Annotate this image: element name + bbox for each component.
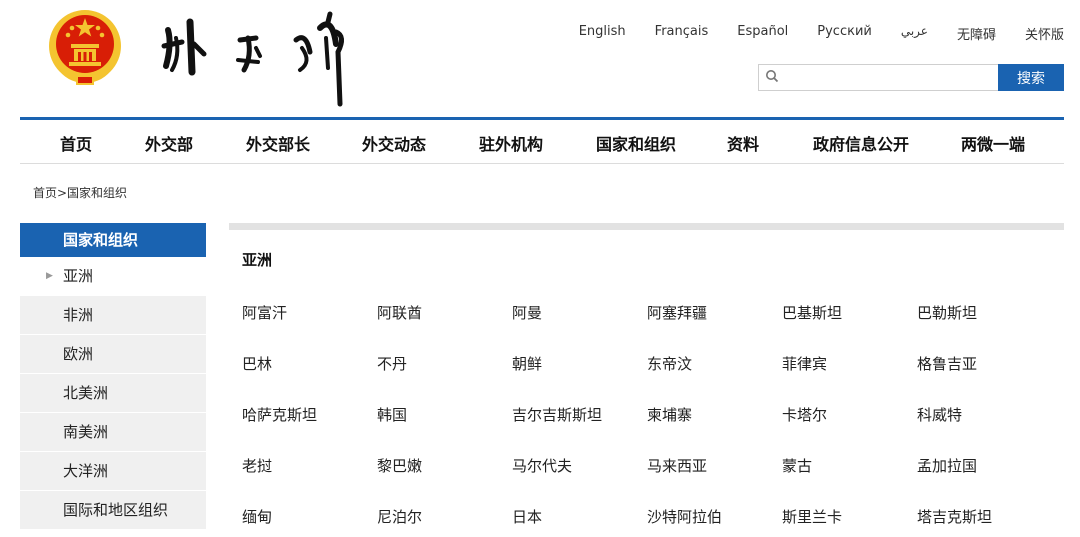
nav-item-gov-info[interactable]: 政府信息公开	[813, 131, 909, 155]
country-link[interactable]: 斯里兰卡	[782, 501, 917, 537]
nav-item-minister[interactable]: 外交部长	[246, 131, 310, 155]
country-link[interactable]: 尼泊尔	[377, 501, 512, 537]
nav-item-missions-abroad[interactable]: 驻外机构	[479, 131, 543, 155]
sidebar-item-label: 非洲	[63, 306, 94, 324]
search-field-wrapper	[758, 64, 998, 91]
country-link[interactable]: 东帝汶	[647, 348, 782, 399]
search-input[interactable]	[779, 65, 998, 90]
nav-item-social[interactable]: 两微一端	[961, 131, 1025, 155]
country-link[interactable]: 格鲁吉亚	[917, 348, 1052, 399]
country-link[interactable]: 马来西亚	[647, 450, 782, 501]
sidebar-item-europe[interactable]: 欧洲	[20, 335, 206, 374]
sidebar-item-label: 国际和地区组织	[63, 501, 169, 519]
sidebar-item-north-america[interactable]: 北美洲	[20, 374, 206, 413]
country-link[interactable]: 塔吉克斯坦	[917, 501, 1052, 537]
country-link[interactable]: 菲律宾	[782, 348, 917, 399]
lang-arabic-link[interactable]: عربي	[901, 24, 928, 43]
sidebar-item-asia[interactable]: ▶ 亚洲	[20, 257, 206, 296]
nav-item-diplomatic-news[interactable]: 外交动态	[362, 131, 426, 155]
country-link[interactable]: 阿曼	[512, 297, 647, 348]
country-link[interactable]: 韩国	[377, 399, 512, 450]
sidebar-item-intl-orgs[interactable]: 国际和地区组织	[20, 491, 206, 530]
country-link[interactable]: 吉尔吉斯斯坦	[512, 399, 647, 450]
country-link[interactable]: 阿富汗	[242, 297, 377, 348]
language-bar: English Français Español Русский عربي 无障…	[579, 24, 1064, 43]
sidebar-item-africa[interactable]: 非洲	[20, 296, 206, 335]
lang-english-link[interactable]: English	[579, 24, 626, 43]
country-link[interactable]: 蒙古	[782, 450, 917, 501]
country-link[interactable]: 科威特	[917, 399, 1052, 450]
country-link[interactable]: 不丹	[377, 348, 512, 399]
sidebar-item-oceania[interactable]: 大洋洲	[20, 452, 206, 491]
country-link[interactable]: 缅甸	[242, 501, 377, 537]
breadcrumb[interactable]: 首页>国家和组织	[33, 184, 127, 201]
nav-item-countries-orgs[interactable]: 国家和组织	[596, 131, 676, 155]
country-link[interactable]: 马尔代夫	[512, 450, 647, 501]
sidebar-item-label: 大洋洲	[63, 462, 109, 480]
country-link[interactable]: 老挝	[242, 450, 377, 501]
country-link[interactable]: 阿塞拜疆	[647, 297, 782, 348]
elderly-care-mode-link[interactable]: 关怀版	[1025, 24, 1064, 43]
content-top-rule	[229, 223, 1064, 230]
accessibility-link[interactable]: 无障碍	[957, 24, 996, 43]
country-link[interactable]: 柬埔寨	[647, 399, 782, 450]
country-link[interactable]: 朝鲜	[512, 348, 647, 399]
sidebar-item-label: 北美洲	[63, 384, 109, 402]
lang-spanish-link[interactable]: Español	[737, 24, 788, 43]
triangle-right-icon: ▶	[46, 271, 53, 281]
search-button[interactable]: 搜索	[998, 64, 1064, 91]
country-link[interactable]: 巴勒斯坦	[917, 297, 1052, 348]
search-bar: 搜索	[758, 64, 1064, 91]
country-row: 哈萨克斯坦 韩国 吉尔吉斯斯坦 柬埔寨 卡塔尔 科威特	[242, 399, 1052, 450]
region-title: 亚洲	[242, 251, 273, 269]
national-emblem-icon[interactable]	[47, 8, 123, 86]
country-link[interactable]: 孟加拉国	[917, 450, 1052, 501]
country-row: 老挝 黎巴嫩 马尔代夫 马来西亚 蒙古 孟加拉国	[242, 450, 1052, 501]
country-link[interactable]: 巴林	[242, 348, 377, 399]
nav-item-home[interactable]: 首页	[60, 131, 92, 155]
sidebar-item-label: 亚洲	[63, 267, 94, 285]
sidebar-item-south-america[interactable]: 南美洲	[20, 413, 206, 452]
country-link[interactable]: 哈萨克斯坦	[242, 399, 377, 450]
country-link[interactable]: 黎巴嫩	[377, 450, 512, 501]
nav-item-ministry[interactable]: 外交部	[145, 131, 193, 155]
lang-russian-link[interactable]: Русский	[817, 24, 872, 43]
main-nav: 首页 外交部 外交部长 外交动态 驻外机构 国家和组织 资料 政府信息公开 两微…	[20, 120, 1064, 164]
nav-item-resources[interactable]: 资料	[727, 131, 759, 155]
country-link[interactable]: 沙特阿拉伯	[647, 501, 782, 537]
ministry-calligraphy-logo[interactable]	[160, 8, 360, 108]
sidebar-item-label: 南美洲	[63, 423, 109, 441]
country-link[interactable]: 日本	[512, 501, 647, 537]
sidebar-item-label: 欧洲	[63, 345, 94, 363]
country-row: 巴林 不丹 朝鲜 东帝汶 菲律宾 格鲁吉亚	[242, 348, 1052, 399]
country-link[interactable]: 卡塔尔	[782, 399, 917, 450]
search-icon	[765, 68, 779, 87]
sidebar-title: 国家和组织	[20, 223, 206, 257]
country-grid: 阿富汗 阿联酋 阿曼 阿塞拜疆 巴基斯坦 巴勒斯坦 巴林 不丹 朝鲜 东帝汶 菲…	[242, 297, 1052, 537]
country-link[interactable]: 阿联酋	[377, 297, 512, 348]
country-row: 阿富汗 阿联酋 阿曼 阿塞拜疆 巴基斯坦 巴勒斯坦	[242, 297, 1052, 348]
country-row: 缅甸 尼泊尔 日本 沙特阿拉伯 斯里兰卡 塔吉克斯坦	[242, 501, 1052, 537]
country-link[interactable]: 巴基斯坦	[782, 297, 917, 348]
sidebar: 国家和组织 ▶ 亚洲 非洲 欧洲 北美洲 南美洲 大洋洲 国际和地区组织	[20, 223, 206, 530]
lang-french-link[interactable]: Français	[655, 24, 709, 43]
